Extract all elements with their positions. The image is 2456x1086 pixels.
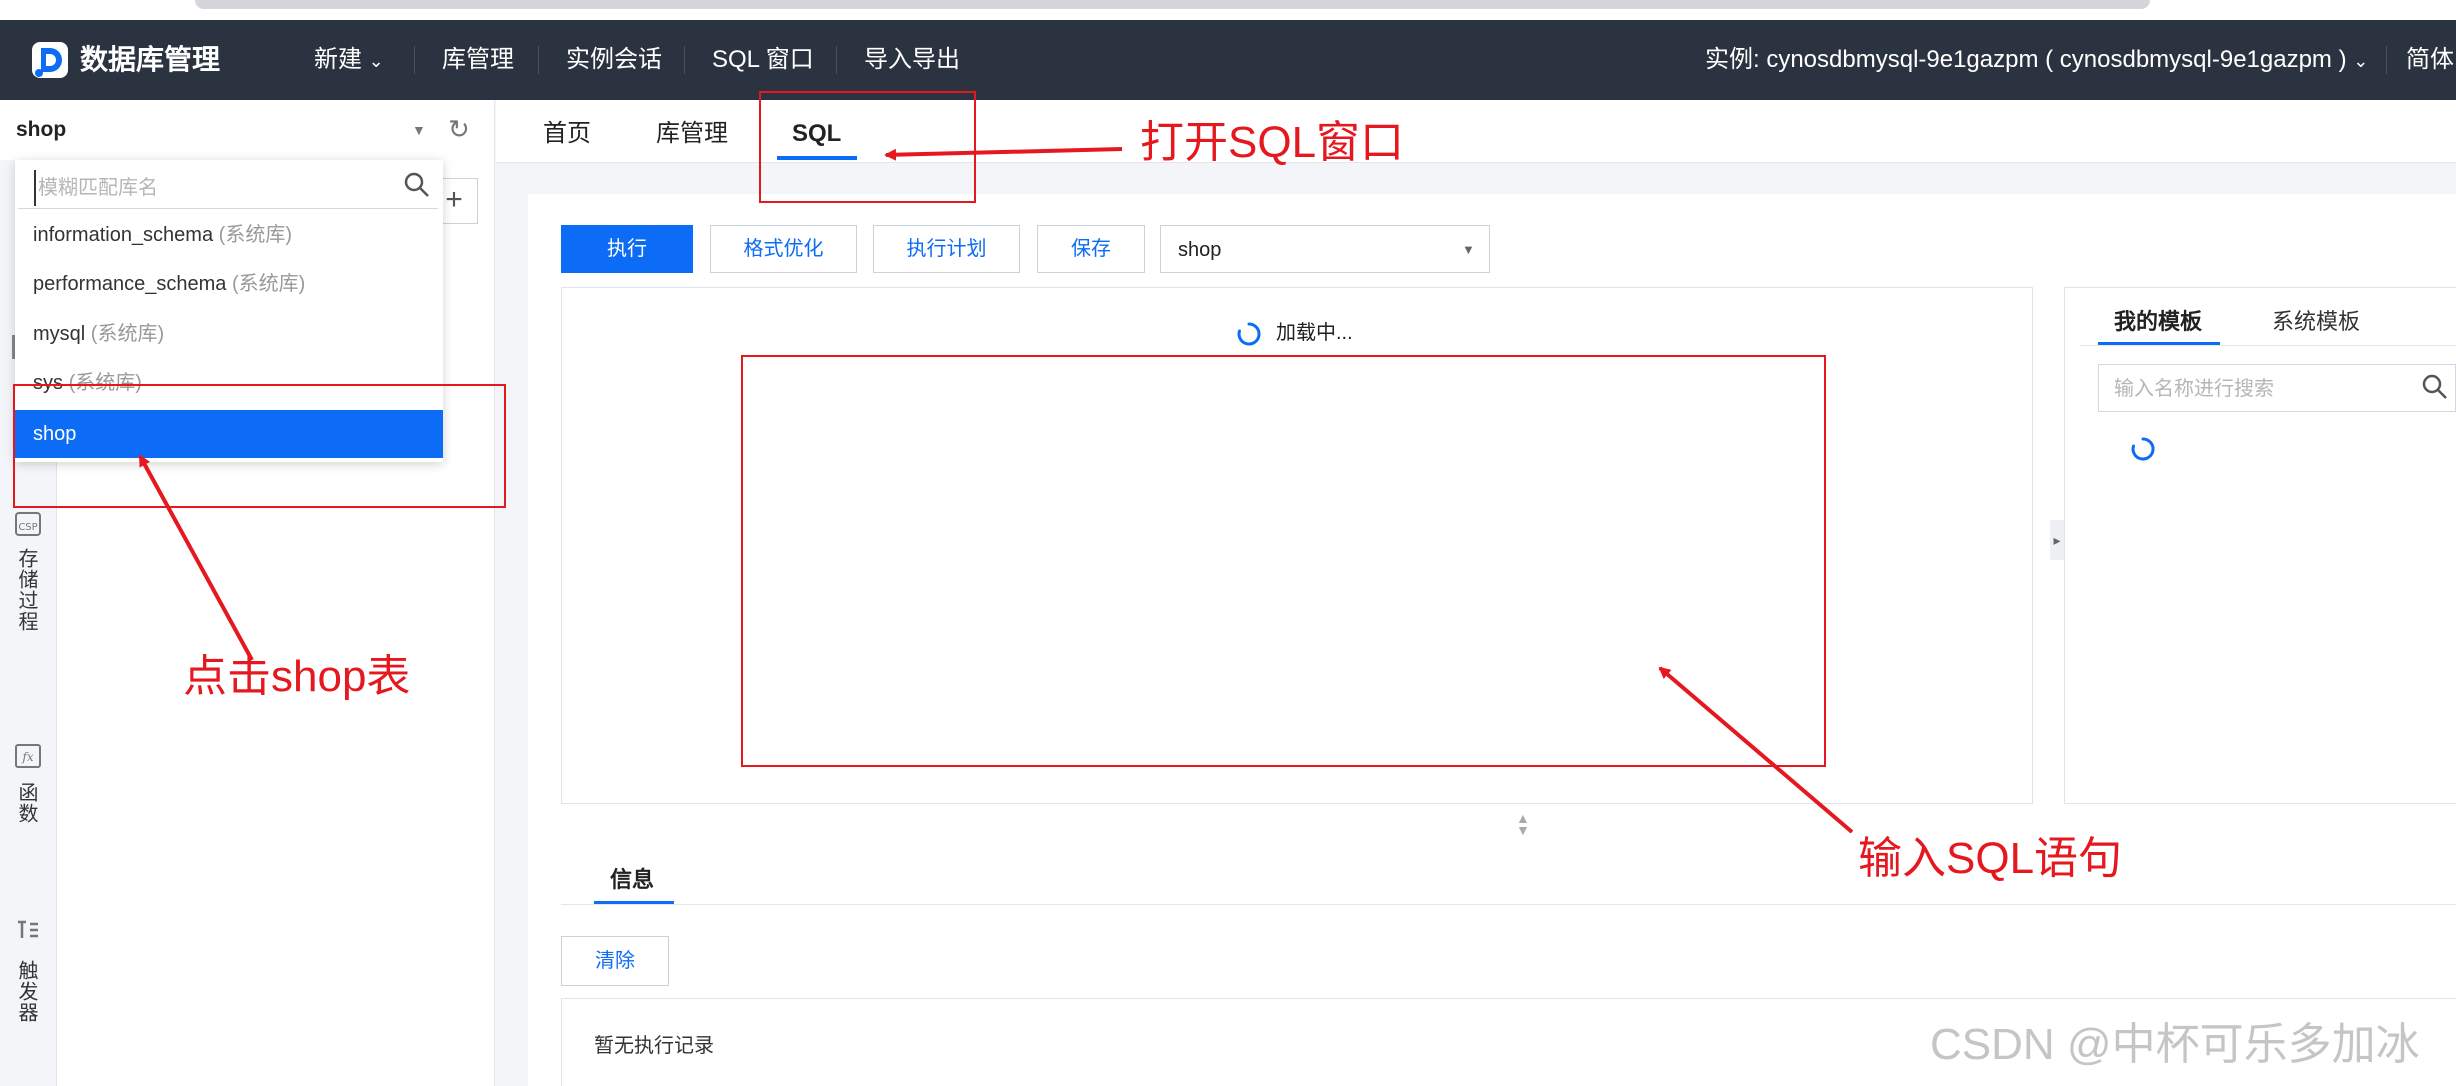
instance-selector[interactable]: 实例: cynosdbmysql-9e1gazpm ( cynosdbmysql… (1705, 40, 2368, 81)
dropdown-item-note: (系统库) (232, 273, 306, 295)
chevron-down-icon: ⌄ (2353, 51, 2369, 71)
nav-menu-sql-window[interactable]: SQL 窗口 (712, 40, 814, 80)
annotation-open-sql-window: 打开SQL窗口 (1140, 118, 1405, 167)
database-search-input[interactable] (34, 170, 400, 206)
dropdown-item-performance-schema[interactable]: performance_schema (系统库) (15, 260, 443, 308)
tab-home[interactable]: 首页 (543, 114, 591, 154)
trigger-icon[interactable] (14, 916, 42, 950)
nav-menu-db-manage[interactable]: 库管理 (442, 40, 514, 80)
database-logo-icon (32, 42, 68, 78)
browser-address-bar[interactable] (195, 0, 2150, 9)
app-title: 数据库管理 (80, 44, 221, 75)
search-icon[interactable] (402, 170, 432, 200)
nav-separator (2386, 46, 2387, 74)
caret-down-icon: ▼ (1462, 242, 1475, 257)
dropdown-item-name: performance_schema (33, 273, 227, 295)
tab-info[interactable]: 信息 (610, 864, 654, 896)
collapse-panel-icon[interactable]: ▸ (2050, 520, 2064, 560)
stored-procedure-icon[interactable]: CSP (14, 510, 42, 544)
nav-separator (684, 46, 685, 74)
annotation-box-editor (741, 355, 1826, 767)
search-icon[interactable] (2420, 372, 2450, 402)
divider (561, 904, 2456, 905)
nav-menu-new[interactable]: 新建 ⌄ (314, 40, 384, 81)
annotation-box-sql-tab (759, 91, 976, 203)
tab-my-templates[interactable]: 我的模板 (2114, 306, 2202, 338)
dropdown-item-note: (系统库) (90, 323, 165, 345)
database-selector[interactable]: shop (16, 116, 66, 144)
rail-label-triggers[interactable]: 触发器 (15, 960, 40, 1052)
dropdown-item-note: (系统库) (218, 224, 292, 246)
dropdown-item-name: information_schema (33, 224, 214, 246)
dropdown-item-information-schema[interactable]: information_schema (系统库) (15, 211, 443, 259)
dropdown-item-mysql[interactable]: mysql (系统库) (15, 310, 443, 358)
editor-database-value: shop (1178, 239, 1222, 261)
caret-down-icon[interactable]: ▼ (412, 122, 426, 138)
format-button[interactable]: 格式优化 (710, 225, 857, 273)
nav-separator (414, 46, 415, 74)
save-button[interactable]: 保存 (1037, 225, 1145, 273)
function-icon[interactable]: fx (14, 742, 42, 776)
annotation-input-sql: 输入SQL语句 (1858, 834, 2123, 883)
nav-menu-sessions[interactable]: 实例会话 (566, 40, 662, 80)
instance-label: 实例: cynosdbmysql-9e1gazpm ( cynosdbmysql… (1705, 46, 2347, 73)
watermark: CSDN @中杯可乐多加冰 (1930, 1020, 2420, 1069)
divider (2080, 345, 2456, 346)
refresh-icon[interactable]: ↻ (448, 115, 470, 143)
annotation-box-shop-item (13, 384, 506, 508)
loading-spinner-icon (2131, 437, 2155, 461)
annotation-click-shop: 点击shop表 (183, 652, 411, 701)
rail-label-functions[interactable]: 函数 (15, 782, 40, 846)
empty-log-message: 暂无执行记录 (594, 1035, 714, 1057)
dropdown-item-name: mysql (33, 323, 86, 345)
svg-text:fx: fx (21, 750, 33, 764)
nav-separator (836, 46, 837, 74)
language-switch[interactable]: 简体 (2406, 40, 2454, 80)
svg-text:CSP: CSP (18, 522, 37, 533)
tab-db-manage[interactable]: 库管理 (656, 114, 728, 154)
loading-text: 加载中... (1276, 322, 1353, 344)
nav-separator (538, 46, 539, 74)
rail-label-procedures[interactable]: 存储过程 (15, 548, 40, 668)
template-search-input[interactable] (2112, 372, 2416, 406)
clear-button[interactable]: 清除 (561, 936, 669, 986)
nav-menu-new-label: 新建 (314, 46, 362, 73)
run-button[interactable]: 执行 (561, 225, 693, 273)
resize-handle-icon[interactable]: ▲ ▼ (1516, 811, 1530, 837)
nav-menu-import-export[interactable]: 导入导出 (864, 40, 960, 80)
loading-spinner-icon (1237, 322, 1261, 346)
tab-system-templates[interactable]: 系统模板 (2272, 306, 2360, 338)
explain-plan-button[interactable]: 执行计划 (873, 225, 1020, 273)
chevron-down-icon: ⌄ (368, 51, 384, 71)
